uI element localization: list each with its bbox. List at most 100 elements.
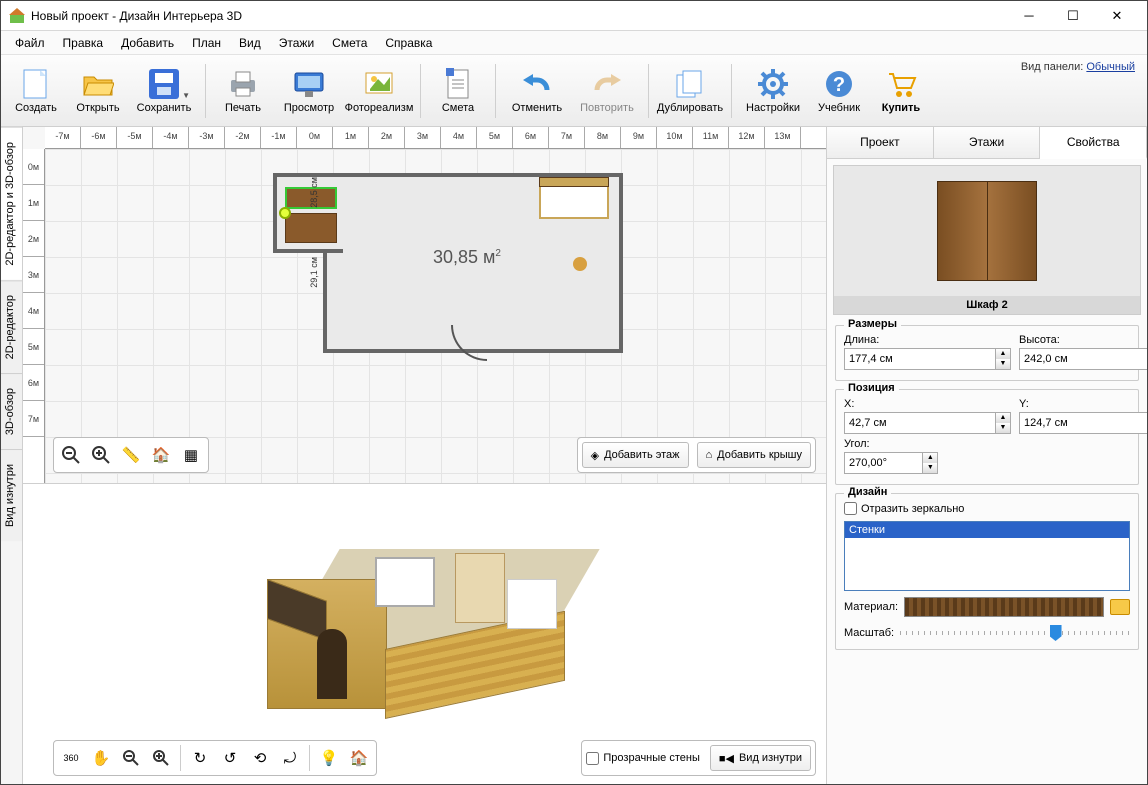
window-title: Новый проект - Дизайн Интерьера 3D bbox=[31, 9, 242, 23]
ruler-vertical: 0м1м2м3м4м5м6м7м bbox=[23, 149, 45, 483]
titlebar: Новый проект - Дизайн Интерьера 3D ─ ☐ ✕ bbox=[1, 1, 1147, 31]
mirror-checkbox[interactable]: Отразить зеркально bbox=[844, 502, 1130, 515]
properties-panel: Проект Этажи Свойства Шкаф 2 Размеры Дли… bbox=[827, 127, 1147, 784]
home-3d-icon[interactable]: 🏠 bbox=[346, 745, 372, 771]
menu-floors[interactable]: Этажи bbox=[271, 34, 322, 52]
room-area: 30,85 м2 bbox=[433, 247, 501, 268]
rotate-cw-icon[interactable]: ↻ bbox=[187, 745, 213, 771]
orbit-h-icon[interactable]: ⟲ bbox=[247, 745, 273, 771]
camera-icon: ■◀ bbox=[719, 752, 734, 765]
zoom-out-icon[interactable] bbox=[58, 442, 84, 468]
canvas-2d[interactable]: -7м-6м-5м-4м-3м-2м-1м0м1м2м3м4м5м6м7м8м9… bbox=[23, 127, 826, 484]
zoom-out-3d-icon[interactable] bbox=[118, 745, 144, 771]
menu-add[interactable]: Добавить bbox=[113, 34, 182, 52]
help-icon: ? bbox=[823, 68, 855, 100]
tab-properties[interactable]: Свойства bbox=[1040, 127, 1147, 159]
door-3d bbox=[317, 629, 347, 699]
lamp[interactable] bbox=[573, 257, 587, 271]
menubar: Файл Правка Добавить План Вид Этажи Смет… bbox=[1, 31, 1147, 55]
close-button[interactable]: ✕ bbox=[1095, 2, 1139, 30]
menu-help[interactable]: Справка bbox=[377, 34, 440, 52]
cart-icon bbox=[885, 68, 917, 100]
menu-view[interactable]: Вид bbox=[231, 34, 269, 52]
selection-handle[interactable] bbox=[279, 207, 291, 219]
roof-icon: ⌂ bbox=[706, 449, 713, 461]
maximize-button[interactable]: ☐ bbox=[1051, 2, 1095, 30]
furniture-item[interactable] bbox=[285, 213, 337, 243]
ruler-icon[interactable]: 📏 bbox=[118, 442, 144, 468]
canvas-toolbar-right: ◈Добавить этаж ⌂Добавить крышу bbox=[577, 437, 816, 473]
app-icon bbox=[9, 8, 25, 24]
inside-view-button[interactable]: ■◀Вид изнутри bbox=[710, 745, 811, 771]
settings-button[interactable]: Настройки bbox=[738, 59, 808, 123]
main-toolbar: Создать Открыть ▼Сохранить Печать Просмо… bbox=[1, 55, 1147, 127]
open-button[interactable]: Открыть bbox=[67, 59, 129, 123]
canvas-3d[interactable]: 360 ✋ ↻ ↺ ⟲ ⤾ 💡 🏠 Прозрачные стены ■◀Вид… bbox=[23, 484, 826, 784]
tab-floors[interactable]: Этажи bbox=[934, 127, 1041, 158]
material-swatch[interactable] bbox=[904, 597, 1104, 617]
tab-project[interactable]: Проект bbox=[827, 127, 934, 158]
menu-plan[interactable]: План bbox=[184, 34, 229, 52]
print-button[interactable]: Печать bbox=[212, 59, 274, 123]
minimize-button[interactable]: ─ bbox=[1007, 2, 1051, 30]
view-tabs: 2D-редактор и 3D-обзор 2D-редактор 3D-об… bbox=[1, 127, 23, 784]
window-3d bbox=[375, 557, 435, 607]
menu-edit[interactable]: Правка bbox=[55, 34, 112, 52]
gear-icon bbox=[757, 68, 789, 100]
wardrobe-3d bbox=[455, 553, 505, 623]
length-input[interactable]: ▲▼ bbox=[844, 348, 1011, 370]
position-group: Позиция X:▲▼ Y:▲▼ Высота над полом:▲▼ Уг… bbox=[835, 389, 1139, 485]
browse-material-icon[interactable] bbox=[1110, 599, 1130, 615]
undo-button[interactable]: Отменить bbox=[502, 59, 572, 123]
height-input[interactable]: ▲▼ bbox=[1019, 348, 1147, 370]
panel-mode: Вид панели: Обычный bbox=[1021, 61, 1135, 73]
orbit-v-icon[interactable]: ⤾ bbox=[277, 745, 303, 771]
ruler-horizontal: -7м-6м-5м-4м-3м-2м-1м0м1м2м3м4м5м6м7м8м9… bbox=[45, 127, 826, 149]
estimate-button[interactable]: Смета bbox=[427, 59, 489, 123]
redo-button[interactable]: Повторить bbox=[572, 59, 642, 123]
tab-3d[interactable]: 3D-обзор bbox=[1, 373, 22, 449]
transparent-walls-checkbox[interactable]: Прозрачные стены bbox=[586, 745, 699, 771]
menu-estimate[interactable]: Смета bbox=[324, 34, 375, 52]
layers-icon: ◈ bbox=[591, 449, 599, 462]
create-button[interactable]: Создать bbox=[5, 59, 67, 123]
manual-button[interactable]: ?Учебник bbox=[808, 59, 870, 123]
house-3d-model[interactable] bbox=[245, 519, 605, 749]
rotate360-icon[interactable]: 360 bbox=[58, 745, 84, 771]
y-input[interactable]: ▲▼ bbox=[1019, 412, 1147, 434]
add-roof-button[interactable]: ⌂Добавить крышу bbox=[697, 442, 812, 468]
rotate-ccw-icon[interactable]: ↺ bbox=[217, 745, 243, 771]
wardrobe-preview bbox=[937, 181, 1037, 281]
canvas-toolbar-left: 📏 🏠 ▦ bbox=[53, 437, 209, 473]
svg-text:?: ? bbox=[833, 74, 845, 96]
view3d-right-toolbar: Прозрачные стены ■◀Вид изнутри bbox=[581, 740, 816, 776]
preview-button[interactable]: Просмотр bbox=[274, 59, 344, 123]
pan-icon[interactable]: ✋ bbox=[88, 745, 114, 771]
save-button[interactable]: ▼Сохранить bbox=[129, 59, 199, 123]
dimension-1: 28,5 см bbox=[309, 177, 319, 208]
scale-slider[interactable] bbox=[900, 623, 1130, 643]
object-preview: Шкаф 2 bbox=[833, 165, 1141, 315]
tab-inside[interactable]: Вид изнутри bbox=[1, 449, 22, 541]
x-input[interactable]: ▲▼ bbox=[844, 412, 1011, 434]
photorealism-button[interactable]: Фотореализм bbox=[344, 59, 414, 123]
buy-button[interactable]: Купить bbox=[870, 59, 932, 123]
zoom-in-3d-icon[interactable] bbox=[148, 745, 174, 771]
dimension-2: 29,1 см bbox=[309, 257, 319, 288]
bed-3d bbox=[507, 579, 557, 629]
light-icon[interactable]: 💡 bbox=[316, 745, 342, 771]
list-item[interactable]: Стенки bbox=[845, 522, 1129, 538]
menu-file[interactable]: Файл bbox=[7, 34, 53, 52]
angle-input[interactable]: ▲▼ bbox=[844, 452, 938, 474]
panel-mode-link[interactable]: Обычный bbox=[1086, 61, 1135, 73]
add-floor-button[interactable]: ◈Добавить этаж bbox=[582, 442, 689, 468]
duplicate-button[interactable]: Дублировать bbox=[655, 59, 725, 123]
tab-2d-3d[interactable]: 2D-редактор и 3D-обзор bbox=[1, 127, 22, 280]
design-group: Дизайн Отразить зеркально Стенки Материа… bbox=[835, 493, 1139, 650]
grid-icon[interactable]: ▦ bbox=[178, 442, 204, 468]
tab-2d[interactable]: 2D-редактор bbox=[1, 280, 22, 373]
parts-listbox[interactable]: Стенки bbox=[844, 521, 1130, 591]
home-icon[interactable]: 🏠 bbox=[148, 442, 174, 468]
size-group: Размеры Длина:▲▼ Высота:▲▼ Глубина:▲▼ bbox=[835, 325, 1139, 381]
zoom-in-icon[interactable] bbox=[88, 442, 114, 468]
